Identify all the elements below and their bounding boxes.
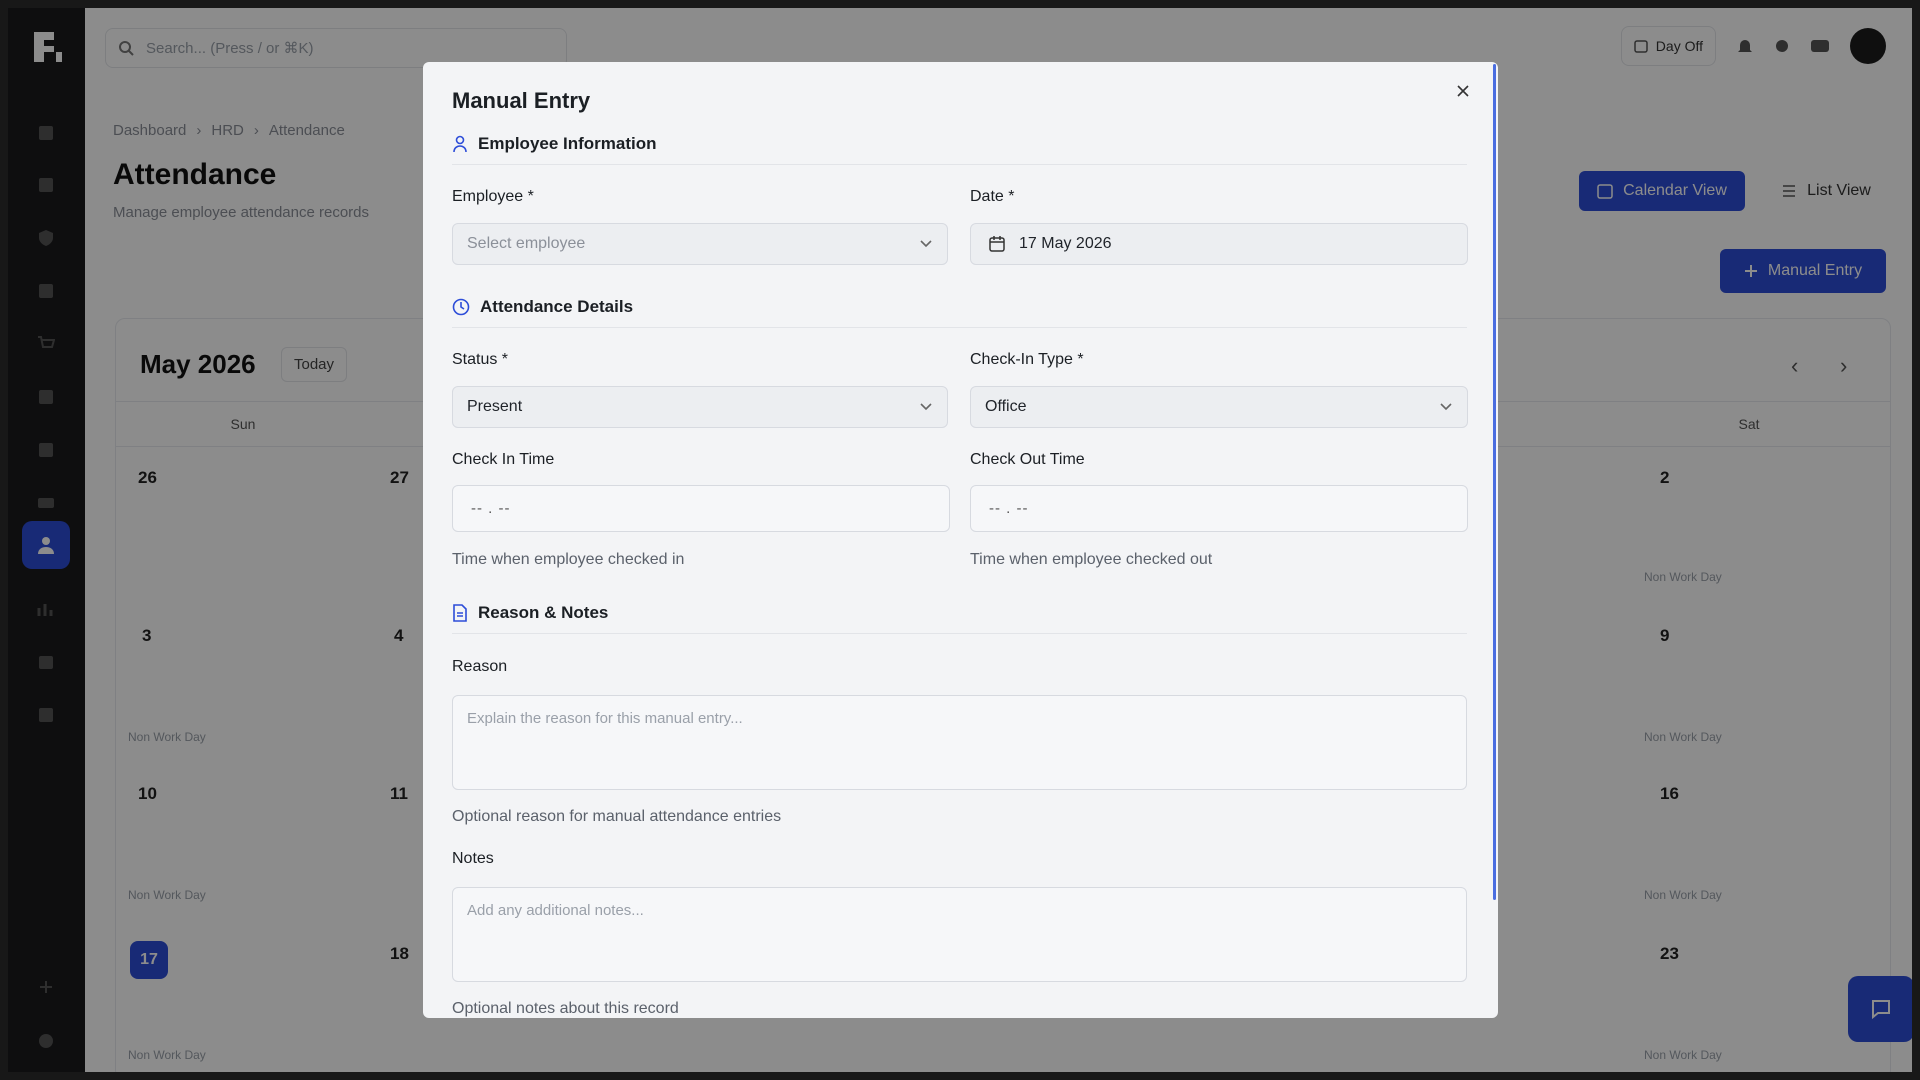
notes-placeholder: Add any additional notes... — [467, 902, 644, 919]
notes-help-text: Optional notes about this record — [452, 1000, 679, 1017]
reason-label: Reason — [452, 658, 508, 675]
modal-title: Manual Entry — [452, 88, 591, 113]
status-select[interactable]: Present — [452, 386, 948, 428]
chevron-down-icon — [920, 240, 932, 248]
checkin-time-input[interactable]: -- . -- — [452, 485, 950, 532]
chevron-down-icon — [920, 403, 932, 411]
date-value: 17 May 2026 — [1019, 235, 1112, 252]
date-label: Date * — [970, 188, 1015, 205]
date-field[interactable]: 17 May 2026 — [970, 223, 1468, 265]
section-title: Attendance Details — [480, 297, 634, 316]
status-label: Status * — [452, 351, 509, 368]
checkout-time-input[interactable]: -- . -- — [970, 485, 1468, 532]
employee-select[interactable]: Select employee — [452, 223, 948, 265]
status-value: Present — [467, 398, 523, 415]
checkout-time-label: Check Out Time — [970, 451, 1085, 468]
section-title: Reason & Notes — [478, 603, 609, 622]
reason-help-text: Optional reason for manual attendance en… — [452, 808, 782, 825]
employee-label: Employee * — [452, 188, 534, 205]
reason-placeholder: Explain the reason for this manual entry… — [467, 710, 743, 727]
checkin-type-label: Check-In Type * — [970, 351, 1084, 368]
section-attendance-details: Attendance Details — [452, 287, 1467, 328]
checkin-type-select[interactable]: Office — [970, 386, 1468, 428]
chevron-down-icon — [1440, 403, 1452, 411]
document-icon — [453, 604, 467, 622]
checkout-help-text: Time when employee checked out — [970, 551, 1213, 568]
clock-icon — [452, 298, 470, 316]
calendar-icon — [989, 236, 1005, 252]
checkin-time-value: -- . -- — [471, 500, 511, 517]
close-icon — [1457, 85, 1469, 97]
section-title: Employee Information — [478, 134, 657, 153]
section-employee-information: Employee Information — [452, 124, 1467, 165]
user-icon — [453, 135, 467, 153]
reason-textarea[interactable]: Explain the reason for this manual entry… — [452, 695, 1467, 790]
notes-textarea[interactable]: Add any additional notes... — [452, 887, 1467, 982]
section-reason-notes: Reason & Notes — [452, 593, 1467, 634]
notes-label: Notes — [452, 850, 494, 867]
employee-placeholder: Select employee — [467, 235, 586, 252]
checkin-time-label: Check In Time — [452, 451, 555, 468]
checkin-type-value: Office — [985, 398, 1027, 415]
checkin-help-text: Time when employee checked in — [452, 551, 685, 568]
close-button[interactable] — [1450, 78, 1476, 104]
manual-entry-dialog: Manual Entry Employee Information Employ… — [423, 62, 1498, 1018]
modal-scrollbar[interactable] — [1493, 64, 1496, 900]
checkout-time-value: -- . -- — [989, 500, 1029, 517]
